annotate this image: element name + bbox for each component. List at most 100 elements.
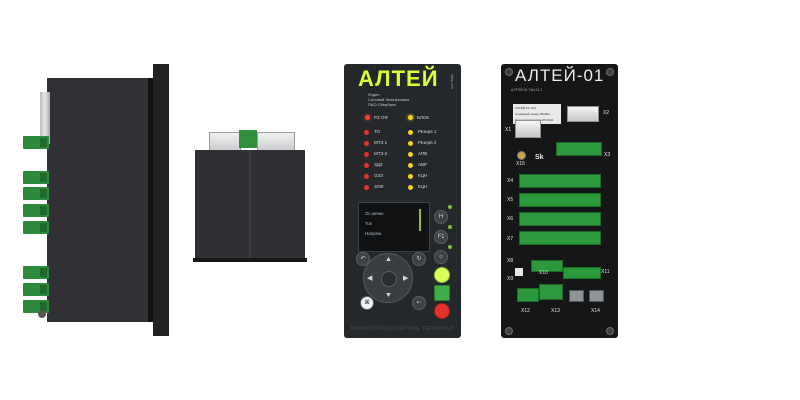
led-red (364, 141, 369, 146)
side-terminal (23, 204, 49, 217)
connector-x2 (567, 106, 599, 122)
label-x1: X1 (505, 127, 512, 133)
enter-button[interactable] (381, 271, 397, 287)
lcd-screen: Ос.меню Ток Напряж. (358, 202, 430, 252)
front-info-line: ПАО Сбербанк (368, 102, 396, 107)
connector-x11 (563, 267, 601, 279)
label-x13: X13 (551, 308, 560, 314)
f1-button[interactable]: F1 (434, 230, 448, 244)
side-terminal (23, 283, 49, 296)
rear-panel: АЛТЕЙ-01 АЛТЕЙ-01 Тип 31.2 АЛТЕЙ-01 v3.0… (501, 64, 618, 338)
ground-terminal (517, 151, 526, 160)
top-view (193, 128, 307, 262)
top-base (193, 258, 307, 262)
label-x6: X6 (507, 216, 514, 222)
mounting-flange (153, 64, 169, 336)
led-label: ОЗЗ (374, 173, 383, 178)
h-button[interactable]: Н (434, 210, 448, 224)
corner-screw (606, 327, 614, 335)
led-label: Резерв 1 (418, 129, 437, 134)
screen-line: Напряж. (365, 231, 383, 236)
led-header-label: БЛОК (417, 115, 430, 120)
label-x8: X8 (507, 258, 514, 264)
led-red (364, 185, 369, 190)
label-x4: X4 (507, 178, 514, 184)
led-label: АПВ (418, 151, 428, 156)
led-label: Резерв 2 (418, 140, 437, 145)
led-label: ЗОФ (374, 184, 384, 189)
front-bottom-brand: МИКРОПРОЦЕССОРНОЕ ТЕРМИНАЛ (350, 326, 455, 332)
led-label: АВР (418, 162, 428, 167)
led-red (364, 130, 369, 135)
arrow-up-icon[interactable]: ▲ (385, 256, 392, 263)
led-yellow (408, 152, 413, 157)
connector-x12 (517, 288, 539, 302)
connector-x3 (556, 142, 602, 156)
led-yellow (408, 185, 413, 190)
led-red (364, 163, 369, 168)
label-x12: X12 (521, 308, 530, 314)
rear-logo: АЛТЕЙ-01 (515, 66, 605, 85)
connector-x5 (519, 193, 601, 207)
corner-screw (606, 68, 614, 76)
back-button[interactable]: ↶ (356, 252, 370, 266)
led-label: КЦН (418, 184, 428, 189)
plate-line: Серийный номер 000001 (515, 112, 550, 116)
plate-line: АЛТЕЙ-01 v3.0 (515, 106, 536, 110)
led-label: МТЗ-2 (374, 151, 388, 156)
led-yellow (408, 174, 413, 179)
corner-screw (505, 327, 513, 335)
screen-cursor (419, 209, 421, 231)
corner-screw (505, 68, 513, 76)
navigation-dpad[interactable]: ▲ ▼ ◀ ▶ (363, 253, 413, 303)
ethernet-port (589, 290, 604, 302)
connector-x9 (515, 268, 523, 276)
top-divider (249, 150, 251, 260)
led-label: МТЗ-1 (374, 140, 388, 145)
side-terminal (23, 187, 49, 200)
arrow-right-icon[interactable]: ▶ (403, 274, 408, 282)
led-label: ЗДЗ (374, 162, 383, 167)
key-icon[interactable]: ⌘ (360, 296, 374, 310)
connector-x6 (519, 212, 601, 226)
label-x7: X7 (507, 236, 514, 242)
led-label: ТО (374, 129, 381, 134)
stop-button[interactable] (434, 303, 450, 319)
start-button[interactable] (434, 285, 450, 301)
label-x11: X11 (601, 269, 610, 275)
top-connector-green (239, 130, 257, 148)
side-terminal (23, 221, 49, 234)
label-x2: X2 (603, 110, 610, 116)
label-x14: X14 (591, 308, 600, 314)
light-button[interactable]: ☼ (434, 250, 448, 264)
on-button[interactable] (434, 267, 450, 283)
side-terminal (23, 171, 49, 184)
front-info: Отдел Силовой Электроники ПАО Сбербанк (368, 92, 448, 107)
label-x10: X10 (539, 270, 548, 276)
led-label: КЦН (418, 173, 428, 178)
side-terminal (23, 136, 49, 149)
label-x15: X15 (516, 161, 525, 167)
ethernet-port (569, 290, 584, 302)
connector-x4 (519, 174, 601, 188)
connector-x13 (539, 284, 563, 300)
escape-button[interactable]: ⇠ (412, 296, 426, 310)
arrow-down-icon[interactable]: ▼ (385, 292, 392, 299)
reset-button[interactable]: ↻ (412, 252, 426, 266)
status-led-green (448, 245, 452, 249)
status-led-green (448, 225, 452, 229)
connector-x7 (519, 231, 601, 245)
side-view (20, 64, 169, 339)
status-led-green (448, 205, 452, 209)
led-header-yellow (408, 115, 413, 120)
front-panel: АЛТЕЙ Отдел Силовой Электроники ПАО Сбер… (344, 64, 461, 338)
arrow-left-icon[interactable]: ◀ (367, 274, 372, 282)
connector-x1 (515, 120, 541, 138)
side-screw (38, 310, 46, 318)
led-yellow (408, 141, 413, 146)
rear-info: АЛТЕЙ-01 Тип 31.2 (511, 88, 543, 92)
screen-line: Ос.меню (365, 211, 384, 216)
led-yellow (408, 163, 413, 168)
led-yellow (408, 130, 413, 135)
label-x3: X3 (604, 152, 611, 158)
